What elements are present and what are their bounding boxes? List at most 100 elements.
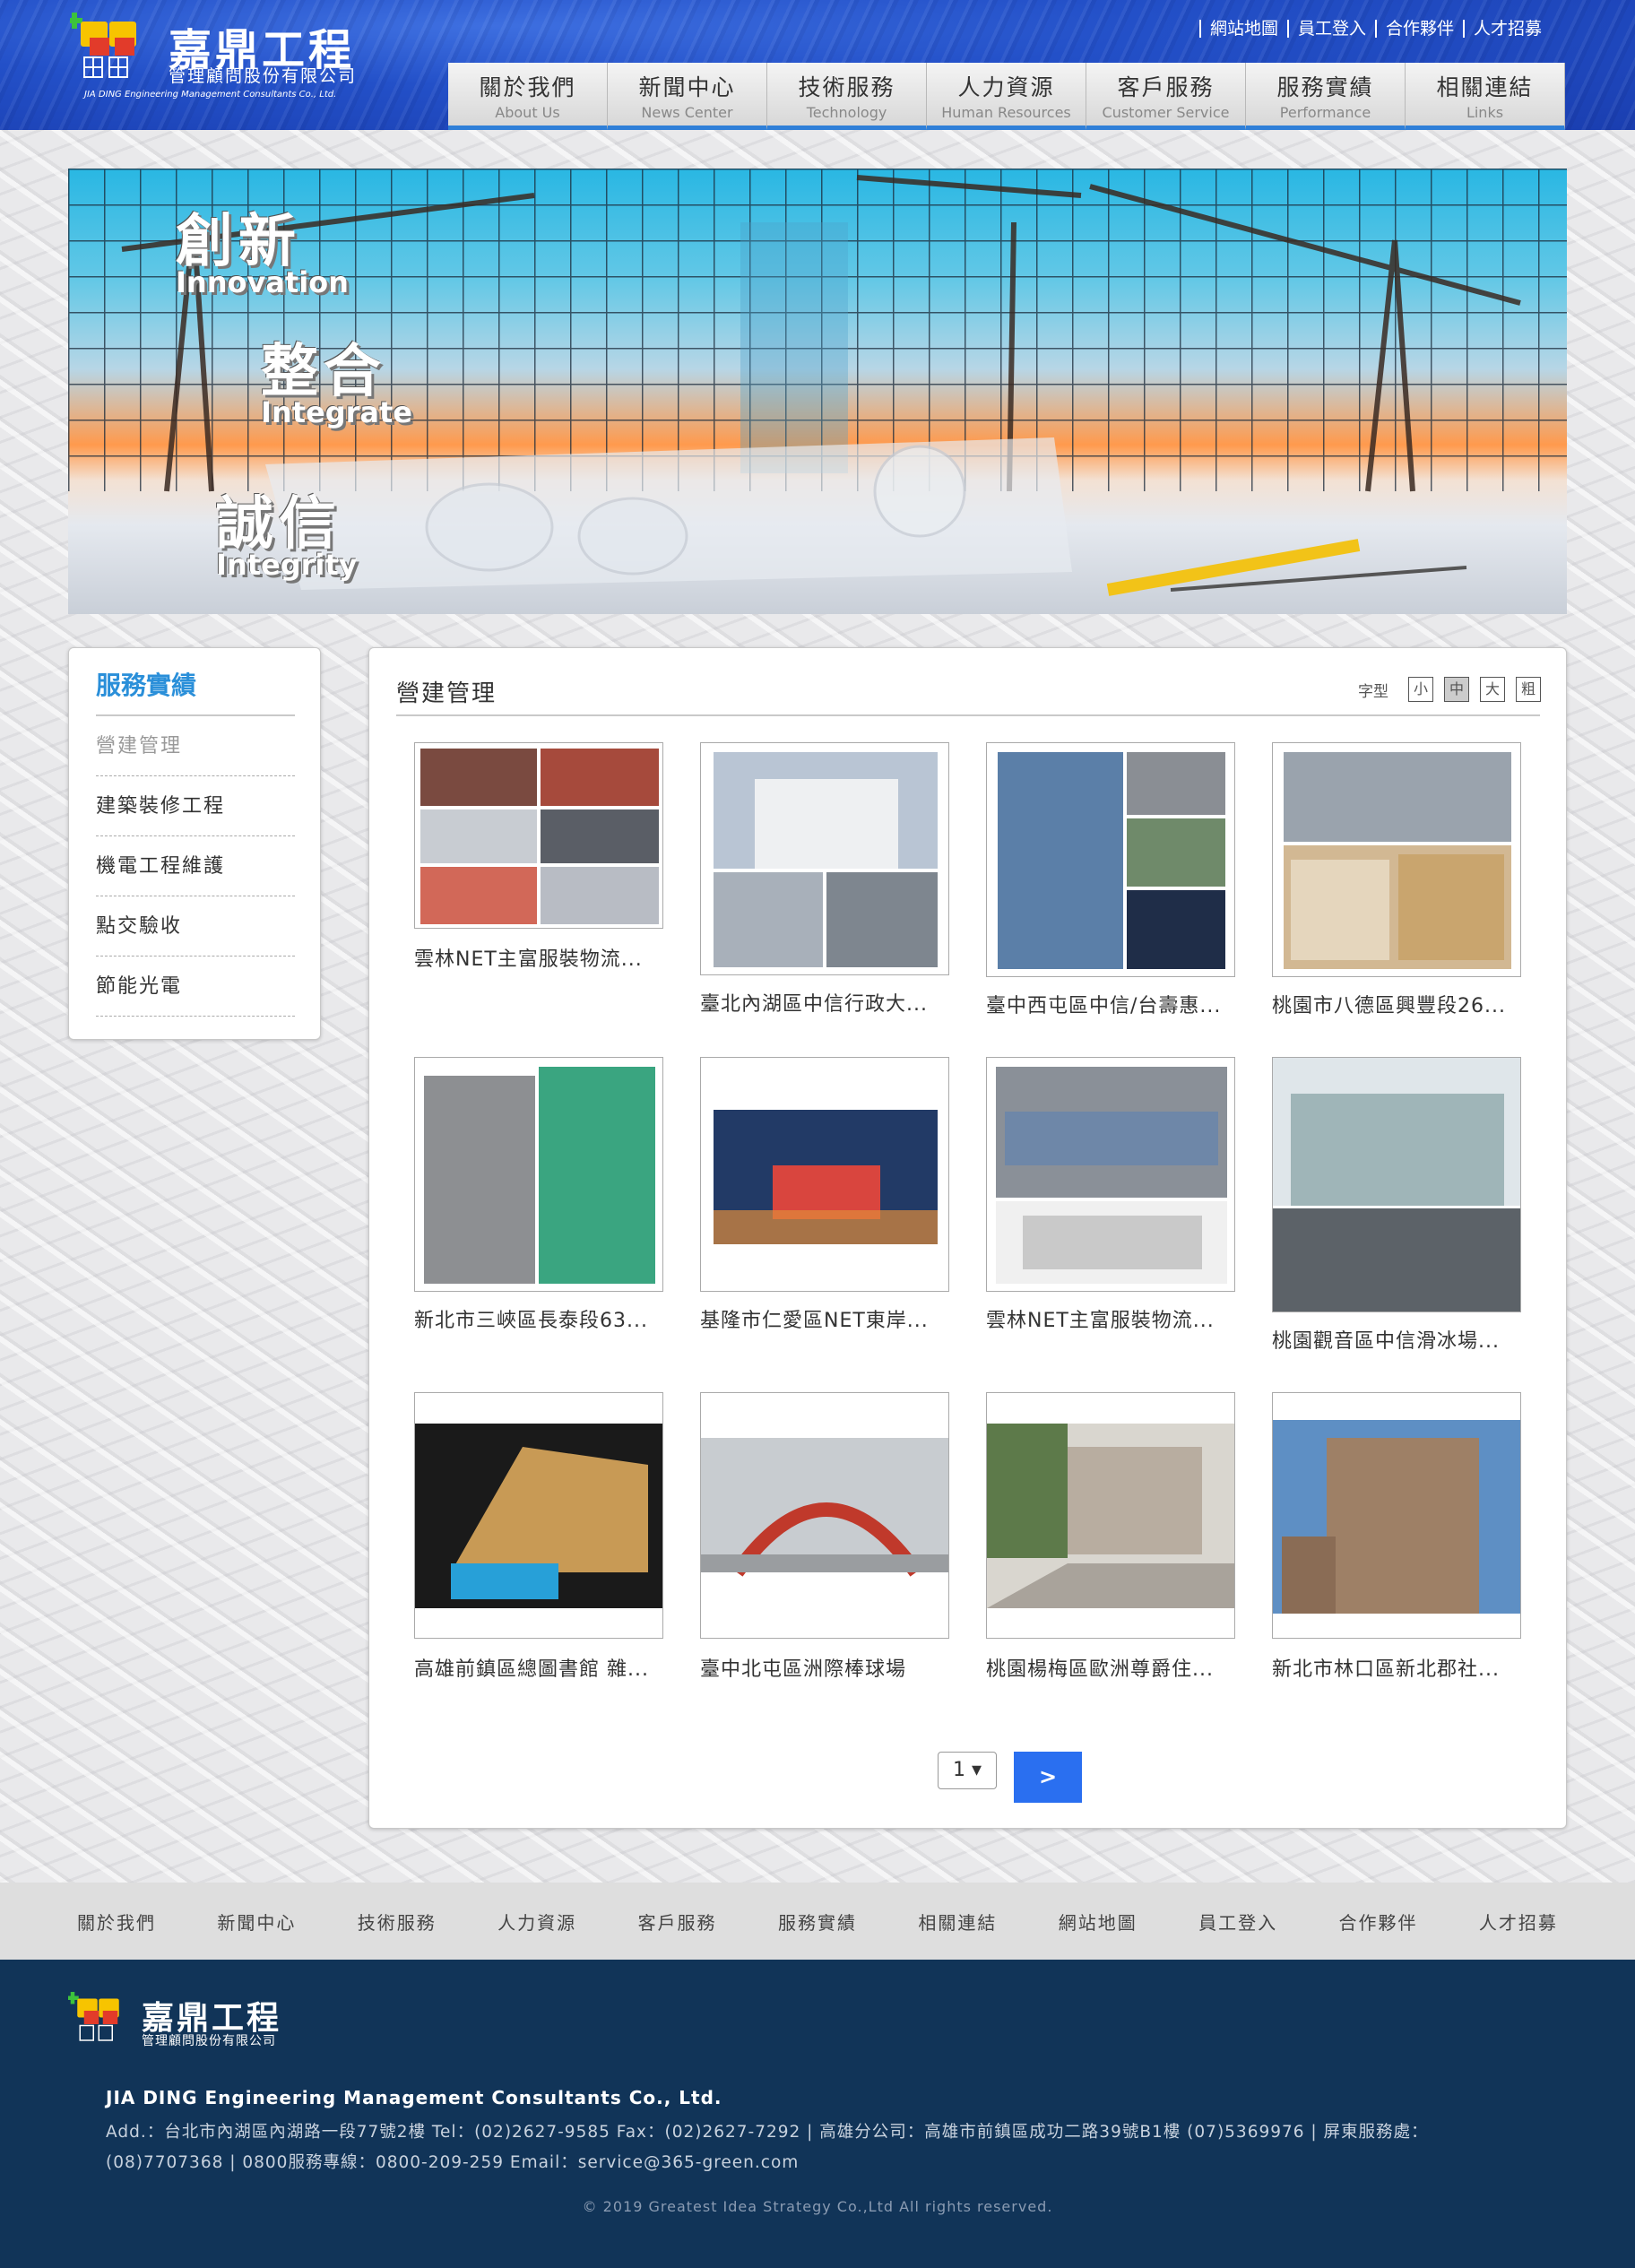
- top-link-partners[interactable]: 合作夥伴: [1374, 20, 1463, 38]
- project-thumbnail[interactable]: [1272, 742, 1521, 977]
- main-panel: 營建管理 字型 小 中 大 粗 雲林NET主富服裝物流... 臺北內湖區中信行政…: [368, 647, 1567, 1829]
- footer-link-staff-login[interactable]: 員工登入: [1198, 1909, 1277, 1935]
- footer-link-customer-service[interactable]: 客戶服務: [638, 1909, 717, 1935]
- main-nav: 關於我們 About Us 新聞中心 News Center 技術服務 Technol…: [448, 63, 1565, 130]
- nav-sublabel: Customer Service: [1102, 104, 1230, 121]
- project-title[interactable]: 高雄前鎮區總圖書館 雜...: [414, 1653, 649, 1682]
- nav-sublabel: News Center: [641, 104, 733, 121]
- project-photo-collage: [1273, 1058, 1520, 1311]
- footer-link-partners[interactable]: 合作夥伴: [1339, 1909, 1418, 1935]
- nav-label: 相關連結: [1436, 74, 1534, 100]
- slogan-innovation: 創新 Innovation: [176, 195, 349, 299]
- project-photo: [415, 1424, 662, 1608]
- project-thumbnail[interactable]: [700, 742, 949, 975]
- page-select[interactable]: 1 ▾: [938, 1752, 997, 1789]
- project-thumbnail[interactable]: [700, 1057, 949, 1292]
- site-header: 嘉鼎工程 管理顧問股份有限公司 JIA DING Engineering Man…: [0, 0, 1635, 130]
- footer-address: Add.：台北市內湖區內湖路一段77號2樓 Tel：(02)2627-9585 …: [106, 2123, 1429, 2172]
- slogan-en: Integrity: [216, 548, 358, 582]
- project-thumbnail[interactable]: [414, 1392, 663, 1639]
- font-bold-button[interactable]: 粗: [1516, 677, 1541, 702]
- sidebar-item-handover[interactable]: 點交驗收: [96, 896, 295, 957]
- footer-logo[interactable]: 嘉鼎工程 管理顧問股份有限公司: [68, 1992, 301, 2055]
- nav-item-about[interactable]: 關於我們 About Us: [448, 63, 608, 130]
- font-size-medium-button[interactable]: 中: [1444, 677, 1469, 702]
- project-thumbnail[interactable]: [414, 742, 663, 929]
- title-divider: [396, 714, 1540, 716]
- nav-sublabel: Performance: [1279, 104, 1371, 121]
- project-photo-collage: [420, 749, 659, 924]
- font-size-switcher: 字型 小 中 大 粗: [1358, 677, 1541, 702]
- project-thumbnail[interactable]: [986, 1057, 1235, 1292]
- footer-link-performance[interactable]: 服務實績: [778, 1909, 857, 1935]
- slogan-integrate: 整合 Integrate: [261, 325, 412, 429]
- top-link-sitemap[interactable]: 網站地圖: [1198, 20, 1287, 38]
- nav-label: 服務實績: [1276, 74, 1374, 100]
- project-thumbnail[interactable]: [986, 742, 1235, 977]
- nav-label: 新聞中心: [638, 74, 736, 100]
- project-title[interactable]: 雲林NET主富服裝物流...: [414, 943, 643, 972]
- nav-label: 關於我們: [479, 74, 576, 100]
- footer-logo-subtitle: 管理顧問股份有限公司: [142, 2034, 276, 2048]
- footer-link-careers[interactable]: 人才招募: [1479, 1909, 1558, 1935]
- nav-sublabel: Human Resources: [941, 104, 1071, 121]
- nav-item-customer-service[interactable]: 客戶服務 Customer Service: [1086, 63, 1246, 130]
- project-photo-collage: [998, 752, 1225, 969]
- footer-link-links[interactable]: 相關連結: [918, 1909, 997, 1935]
- logo-subtitle: 管理顧問股份有限公司: [169, 66, 358, 86]
- sidebar-item-renovation[interactable]: 建築裝修工程: [96, 776, 295, 836]
- project-title[interactable]: 臺北內湖區中信行政大...: [700, 988, 928, 1017]
- footer-company-name: JIA DING Engineering Management Consulta…: [106, 2087, 722, 2108]
- project-title[interactable]: 新北市三峽區長泰段63...: [414, 1304, 648, 1333]
- project-photo: [714, 1110, 938, 1244]
- footer-link-sitemap[interactable]: 網站地圖: [1059, 1909, 1138, 1935]
- logo-mark-icon: [70, 13, 136, 78]
- project-thumbnail[interactable]: [1272, 1392, 1521, 1639]
- project-photo-collage: [714, 752, 938, 967]
- nav-item-news[interactable]: 新聞中心 News Center: [608, 63, 767, 130]
- project-title[interactable]: 基隆市仁愛區NET東岸...: [700, 1304, 929, 1333]
- nav-item-performance[interactable]: 服務實績 Performance: [1246, 63, 1406, 130]
- nav-sublabel: Links: [1466, 104, 1504, 121]
- project-title[interactable]: 臺中北屯區洲際棒球場: [700, 1653, 906, 1682]
- project-thumbnail[interactable]: [700, 1392, 949, 1639]
- footer-link-about[interactable]: 關於我們: [77, 1909, 156, 1935]
- project-photo: [987, 1424, 1234, 1608]
- footer-link-news[interactable]: 新聞中心: [217, 1909, 296, 1935]
- top-links: 網站地圖 員工登入 合作夥伴 人才招募: [1198, 20, 1551, 38]
- footer-nav: 關於我們 新聞中心 技術服務 人力資源 客戶服務 服務實績 相關連結 網站地圖 …: [0, 1883, 1635, 1960]
- sidebar-title: 服務實績: [96, 666, 295, 716]
- nav-item-links[interactable]: 相關連結 Links: [1406, 63, 1565, 130]
- page-select-value: 1: [952, 1759, 965, 1781]
- sidebar-menu: 營建管理 建築裝修工程 機電工程維護 點交驗收 節能光電: [96, 716, 295, 1017]
- font-size-large-button[interactable]: 大: [1480, 677, 1505, 702]
- project-title[interactable]: 新北市林口區新北郡社...: [1272, 1653, 1500, 1682]
- font-size-label: 字型: [1358, 682, 1388, 701]
- footer-link-hr[interactable]: 人力資源: [497, 1909, 576, 1935]
- font-size-small-button[interactable]: 小: [1408, 677, 1433, 702]
- sidebar-item-energy[interactable]: 節能光電: [96, 957, 295, 1017]
- next-page-button[interactable]: >: [1014, 1752, 1082, 1803]
- top-link-careers[interactable]: 人才招募: [1462, 20, 1551, 38]
- project-photo-collage: [424, 1067, 655, 1284]
- nav-item-technology[interactable]: 技術服務 Technology: [767, 63, 927, 130]
- hero-banner: 創新 Innovation 整合 Integrate 誠信 Integrity: [68, 169, 1567, 614]
- slogan-en: Integrate: [261, 395, 412, 429]
- footer-link-technology[interactable]: 技術服務: [358, 1909, 437, 1935]
- site-footer: 嘉鼎工程 管理顧問股份有限公司 JIA DING Engineering Man…: [0, 1960, 1635, 2268]
- project-title[interactable]: 桃園市八德區興豐段26...: [1272, 990, 1506, 1018]
- project-thumbnail[interactable]: [1272, 1057, 1521, 1312]
- project-title[interactable]: 雲林NET主富服裝物流...: [986, 1304, 1215, 1333]
- sidebar-item-mep-maintenance[interactable]: 機電工程維護: [96, 836, 295, 896]
- project-title[interactable]: 臺中西屯區中信/台壽惠...: [986, 990, 1221, 1018]
- top-link-staff-login[interactable]: 員工登入: [1286, 20, 1375, 38]
- sidebar: 服務實績 營建管理 建築裝修工程 機電工程維護 點交驗收 節能光電: [68, 647, 321, 1040]
- nav-item-hr[interactable]: 人力資源 Human Resources: [927, 63, 1086, 130]
- project-title[interactable]: 桃園觀音區中信滑冰場...: [1272, 1325, 1500, 1354]
- project-title[interactable]: 桃園楊梅區歐洲尊爵住...: [986, 1653, 1214, 1682]
- project-thumbnail[interactable]: [414, 1057, 663, 1292]
- sidebar-item-construction-management[interactable]: 營建管理: [96, 716, 295, 776]
- nav-sublabel: About Us: [495, 104, 560, 121]
- page-title: 營建管理: [396, 680, 497, 707]
- project-thumbnail[interactable]: [986, 1392, 1235, 1639]
